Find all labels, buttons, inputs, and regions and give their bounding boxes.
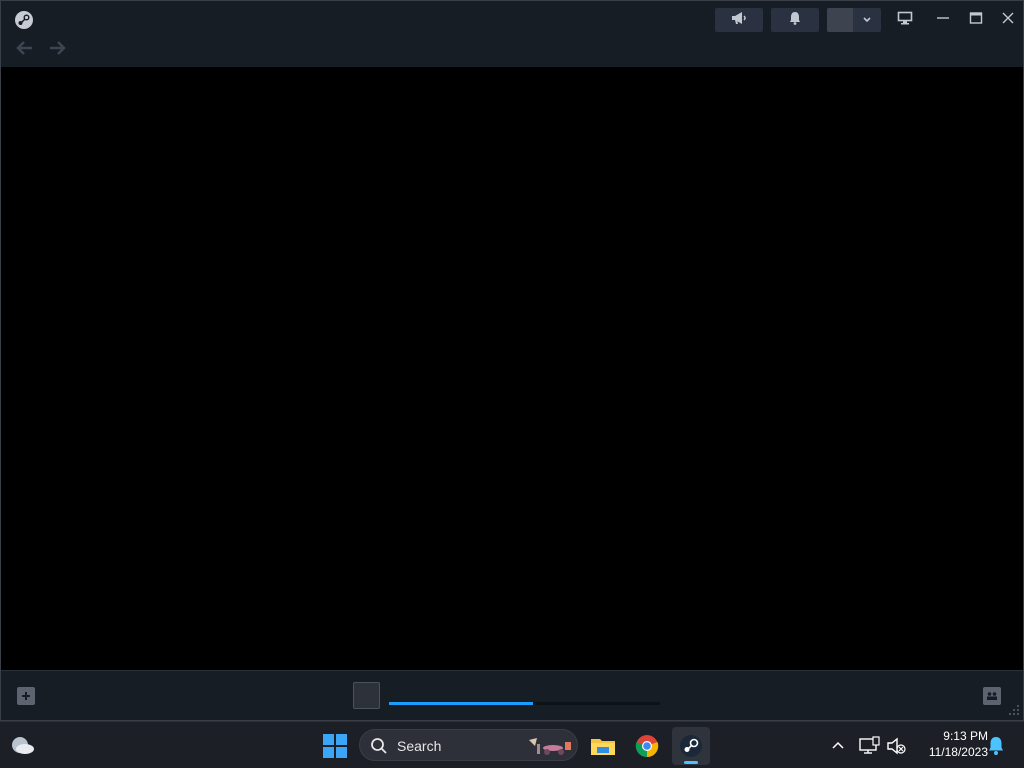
weather-icon[interactable] bbox=[10, 733, 36, 757]
taskbar-search-box[interactable]: Search bbox=[359, 729, 578, 761]
download-progress-fill bbox=[389, 702, 533, 705]
windows-start-icon[interactable] bbox=[320, 731, 350, 761]
avatar[interactable] bbox=[827, 8, 853, 32]
maximize-icon[interactable] bbox=[962, 7, 990, 29]
chevron-down-icon[interactable] bbox=[853, 8, 881, 32]
search-label: Search bbox=[397, 738, 442, 754]
windows-taskbar: Search 9:13 PM 11/18/2023 bbox=[0, 721, 1024, 768]
big-picture-icon[interactable] bbox=[891, 7, 919, 29]
megaphone-icon bbox=[730, 11, 748, 30]
search-highlight-icon bbox=[525, 734, 573, 758]
taskbar-clock[interactable]: 9:13 PM 11/18/2023 bbox=[912, 728, 988, 760]
network-icon[interactable] bbox=[858, 735, 880, 757]
clock-date: 11/18/2023 bbox=[928, 745, 988, 759]
file-explorer-icon[interactable] bbox=[584, 727, 622, 765]
download-progress-bar[interactable] bbox=[389, 702, 660, 705]
notification-bell-icon[interactable] bbox=[986, 735, 1006, 757]
steam-logo-icon[interactable] bbox=[14, 10, 34, 30]
volume-muted-icon[interactable] bbox=[885, 735, 907, 757]
bottom-bar bbox=[1, 670, 1023, 720]
steam-window bbox=[0, 0, 1024, 721]
show-hidden-icons-chevron[interactable] bbox=[828, 736, 848, 756]
notifications-button[interactable] bbox=[771, 8, 819, 32]
clock-time: 9:13 PM bbox=[943, 729, 988, 743]
minimize-icon[interactable] bbox=[929, 7, 957, 29]
steam-icon[interactable] bbox=[672, 727, 710, 765]
announcements-button[interactable] bbox=[715, 8, 763, 32]
download-thumbnail[interactable] bbox=[353, 682, 380, 709]
main-content-area bbox=[1, 67, 1023, 670]
active-app-indicator bbox=[684, 761, 698, 764]
close-icon[interactable] bbox=[994, 7, 1022, 29]
add-game-icon[interactable] bbox=[17, 687, 35, 705]
chrome-icon[interactable] bbox=[628, 727, 666, 765]
friends-chat-icon[interactable] bbox=[983, 687, 1001, 705]
back-arrow-icon[interactable] bbox=[14, 38, 36, 58]
resize-grip-icon[interactable] bbox=[1006, 702, 1020, 716]
bell-icon bbox=[789, 11, 801, 30]
search-icon bbox=[370, 737, 388, 755]
titlebar bbox=[1, 1, 1023, 67]
forward-arrow-icon[interactable] bbox=[46, 38, 68, 58]
account-menu-button[interactable] bbox=[827, 8, 881, 32]
